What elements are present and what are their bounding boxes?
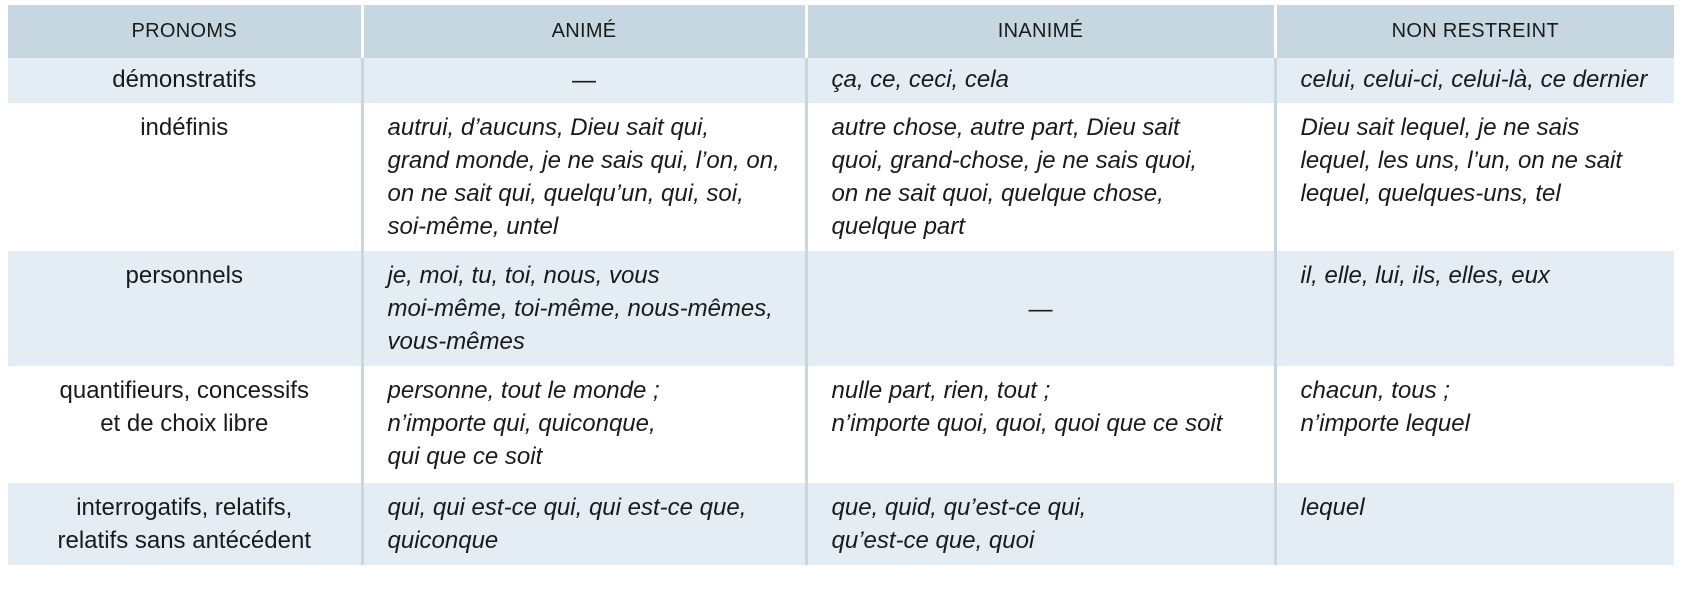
cell-line: grand monde, je ne sais qui, l’on, on, xyxy=(387,147,780,174)
cell-line: je, moi, tu, toi, nous, vous xyxy=(387,262,660,289)
cell-line: ça, ce, ceci, cela xyxy=(831,66,1009,93)
cell-line: il, elle, lui, ils, elles, eux xyxy=(1300,262,1550,289)
cell-line: Dieu sait lequel, je ne sais xyxy=(1300,114,1580,141)
cell-inanime: ça, ce, ceci, cela xyxy=(804,58,1275,103)
cell-line: lequel xyxy=(1300,494,1365,521)
cell-line: qui que ce soit xyxy=(387,443,543,470)
cell-line: lequel, les uns, l’un, on ne sait xyxy=(1300,147,1623,174)
cell-line: celui, celui-ci, celui-là, ce dernier xyxy=(1300,66,1648,93)
cell-anime: — xyxy=(360,58,806,103)
table-row: personnels je, moi, tu, toi, nous, vous … xyxy=(8,251,1674,366)
row-category: interrogatifs, relatifs, relatifs sans a… xyxy=(8,483,362,565)
cell-non-restreint: celui, celui-ci, celui-là, ce dernier xyxy=(1273,58,1674,103)
cell-line: on ne sait qui, quelqu’un, qui, soi, xyxy=(387,180,744,207)
header-anime: ANIMÉ xyxy=(360,5,806,58)
cell-line: nulle part, rien, tout ; xyxy=(831,377,1051,404)
cell-inanime: — xyxy=(804,251,1275,366)
cell-inanime: nulle part, rien, tout ; n’importe quoi,… xyxy=(804,366,1275,483)
cell-line: que, quid, qu’est-ce qui, xyxy=(831,494,1087,521)
cell-line: n’importe quoi, quoi, quoi que ce soit xyxy=(831,410,1223,437)
cell-line: quiconque xyxy=(387,527,499,554)
cell-line: autre chose, autre part, Dieu sait xyxy=(831,114,1180,141)
cell-line: démonstratifs xyxy=(112,66,257,93)
cell-line: interrogatifs, relatifs, xyxy=(76,494,293,521)
cell-non-restreint: lequel xyxy=(1273,483,1674,565)
pronoun-table: PRONOMS ANIMÉ INANIMÉ NON RESTREINT démo… xyxy=(8,5,1674,565)
cell-non-restreint: Dieu sait lequel, je ne sais lequel, les… xyxy=(1273,103,1674,251)
row-category: démonstratifs xyxy=(8,58,362,103)
cell-anime: personne, tout le monde ; n’importe qui,… xyxy=(360,366,806,483)
empty-dash: — xyxy=(572,66,596,94)
cell-line: indéfinis xyxy=(140,114,229,141)
cell-line: on ne sait quoi, quelque chose, xyxy=(831,180,1164,207)
table-row: indéfinis autrui, d’aucuns, Dieu sait qu… xyxy=(8,103,1674,251)
cell-line: qui, qui est-ce qui, qui est-ce que, xyxy=(387,494,747,521)
header-inanime: INANIMÉ xyxy=(804,5,1275,58)
cell-anime: je, moi, tu, toi, nous, vous moi-même, t… xyxy=(360,251,806,366)
header-pronoms: PRONOMS xyxy=(8,5,362,58)
empty-dash: — xyxy=(1028,296,1053,323)
cell-line: n’importe qui, quiconque, xyxy=(387,410,656,437)
cell-line: vous-mêmes xyxy=(387,328,525,355)
row-category: indéfinis xyxy=(8,103,362,251)
cell-line: chacun, tous ; xyxy=(1300,377,1450,404)
cell-line: n’importe lequel xyxy=(1300,410,1470,437)
cell-non-restreint: il, elle, lui, ils, elles, eux xyxy=(1273,251,1674,366)
cell-line: quelque part xyxy=(831,213,965,240)
cell-anime: qui, qui est-ce qui, qui est-ce que, qui… xyxy=(360,483,806,565)
cell-anime: autrui, d’aucuns, Dieu sait qui, grand m… xyxy=(360,103,806,251)
table-row: quantifieurs, concessifs et de choix lib… xyxy=(8,366,1674,483)
cell-line: relatifs sans antécédent xyxy=(57,527,312,554)
cell-line: quoi, grand-chose, je ne sais quoi, xyxy=(831,147,1198,174)
cell-line: personne, tout le monde ; xyxy=(387,377,660,404)
table-row: démonstratifs — ça, ce, ceci, cela celui… xyxy=(8,58,1674,103)
cell-line: et de choix libre xyxy=(100,410,269,437)
row-category: quantifieurs, concessifs et de choix lib… xyxy=(8,366,362,483)
cell-line: personnels xyxy=(125,262,243,289)
cell-line: lequel, quelques-uns, tel xyxy=(1300,180,1561,207)
cell-line: moi-même, toi-même, nous-mêmes, xyxy=(387,295,773,322)
cell-inanime: autre chose, autre part, Dieu sait quoi,… xyxy=(804,103,1275,251)
cell-inanime: que, quid, qu’est-ce qui, qu’est-ce que,… xyxy=(804,483,1275,565)
row-category: personnels xyxy=(8,251,362,366)
cell-non-restreint: chacun, tous ; n’importe lequel xyxy=(1273,366,1674,483)
header-non-restreint: NON RESTREINT xyxy=(1273,5,1674,58)
table-row: interrogatifs, relatifs, relatifs sans a… xyxy=(8,483,1674,565)
cell-line: soi-même, untel xyxy=(387,213,559,240)
cell-line: autrui, d’aucuns, Dieu sait qui, xyxy=(387,114,710,141)
header-row: PRONOMS ANIMÉ INANIMÉ NON RESTREINT xyxy=(8,5,1674,58)
cell-line: qu’est-ce que, quoi xyxy=(831,527,1035,554)
cell-line: quantifieurs, concessifs xyxy=(59,377,309,404)
